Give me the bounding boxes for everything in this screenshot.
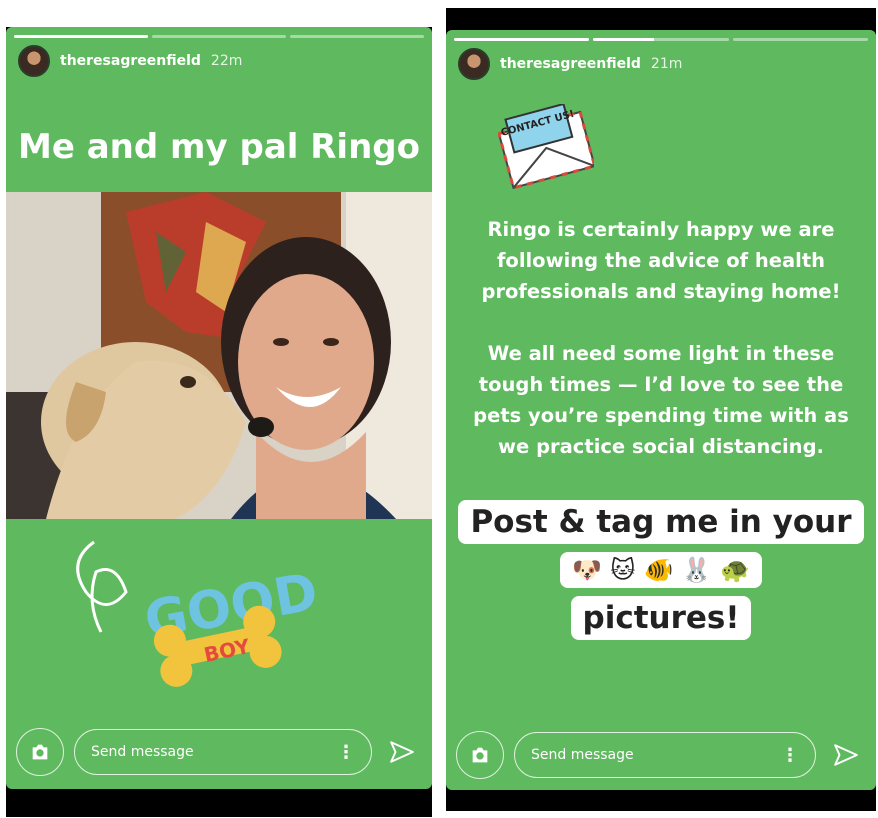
post-time: 22m <box>210 53 243 69</box>
contact-us-sticker: CONTACT US! <box>498 104 594 190</box>
story-header: theresagreenfield 21m <box>458 48 682 80</box>
send-button[interactable] <box>382 732 422 772</box>
story-footer: Send message ⋮ <box>6 717 432 787</box>
callout-line-1: Post & tag me in your <box>446 500 876 544</box>
progress-segment <box>152 35 286 38</box>
callout-line-2: 🐶 🐱 🐠 🐰 🐢 <box>446 552 876 588</box>
message-placeholder: Send message <box>531 747 634 763</box>
progress-segment <box>290 35 424 38</box>
story-header: theresagreenfield 22m <box>18 45 242 77</box>
send-icon <box>390 741 414 763</box>
camera-button[interactable] <box>456 731 504 779</box>
more-dots-icon[interactable]: ⋮ <box>781 745 799 766</box>
send-message-field[interactable]: Send message ⋮ <box>74 729 372 775</box>
progress-bar <box>454 38 868 41</box>
message-placeholder: Send message <box>91 744 194 760</box>
story-right[interactable]: theresagreenfield 21m CONTACT US! Ringo … <box>446 8 876 811</box>
more-dots-icon[interactable]: ⋮ <box>337 742 355 763</box>
camera-icon <box>472 747 488 763</box>
send-icon <box>834 744 858 766</box>
callout-text-1: Post & tag me in your <box>458 500 864 544</box>
story-photo <box>6 192 432 519</box>
progress-segment <box>732 38 868 41</box>
send-button[interactable] <box>826 735 866 775</box>
story-paragraph-2: We all need some light in these tough ti… <box>473 342 849 458</box>
post-time: 21m <box>650 56 683 72</box>
story-title: Me and my pal Ringo <box>18 127 420 167</box>
username[interactable]: theresagreenfield <box>60 53 201 69</box>
username[interactable]: theresagreenfield <box>500 56 641 72</box>
story-footer: Send message ⋮ <box>446 720 876 790</box>
progress-bar <box>14 35 424 38</box>
story-left[interactable]: theresagreenfield 22m Me and my pal Ring… <box>6 27 432 817</box>
send-message-field[interactable]: Send message ⋮ <box>514 732 816 778</box>
callout-text-3: pictures! <box>570 596 752 640</box>
progress-segment <box>14 35 148 38</box>
avatar[interactable] <box>18 45 50 77</box>
callout-line-3: pictures! <box>446 596 876 640</box>
camera-button[interactable] <box>16 728 64 776</box>
camera-icon <box>32 744 48 760</box>
progress-segment <box>454 38 590 41</box>
callout-emojis: 🐶 🐱 🐠 🐰 🐢 <box>560 552 762 588</box>
photo-illustration <box>6 192 432 519</box>
story-paragraph-1: Ringo is certainly happy we are followin… <box>481 218 841 303</box>
avatar[interactable] <box>458 48 490 80</box>
good-boy-sticker: GOOD BOY <box>76 540 322 687</box>
progress-segment <box>593 38 729 41</box>
